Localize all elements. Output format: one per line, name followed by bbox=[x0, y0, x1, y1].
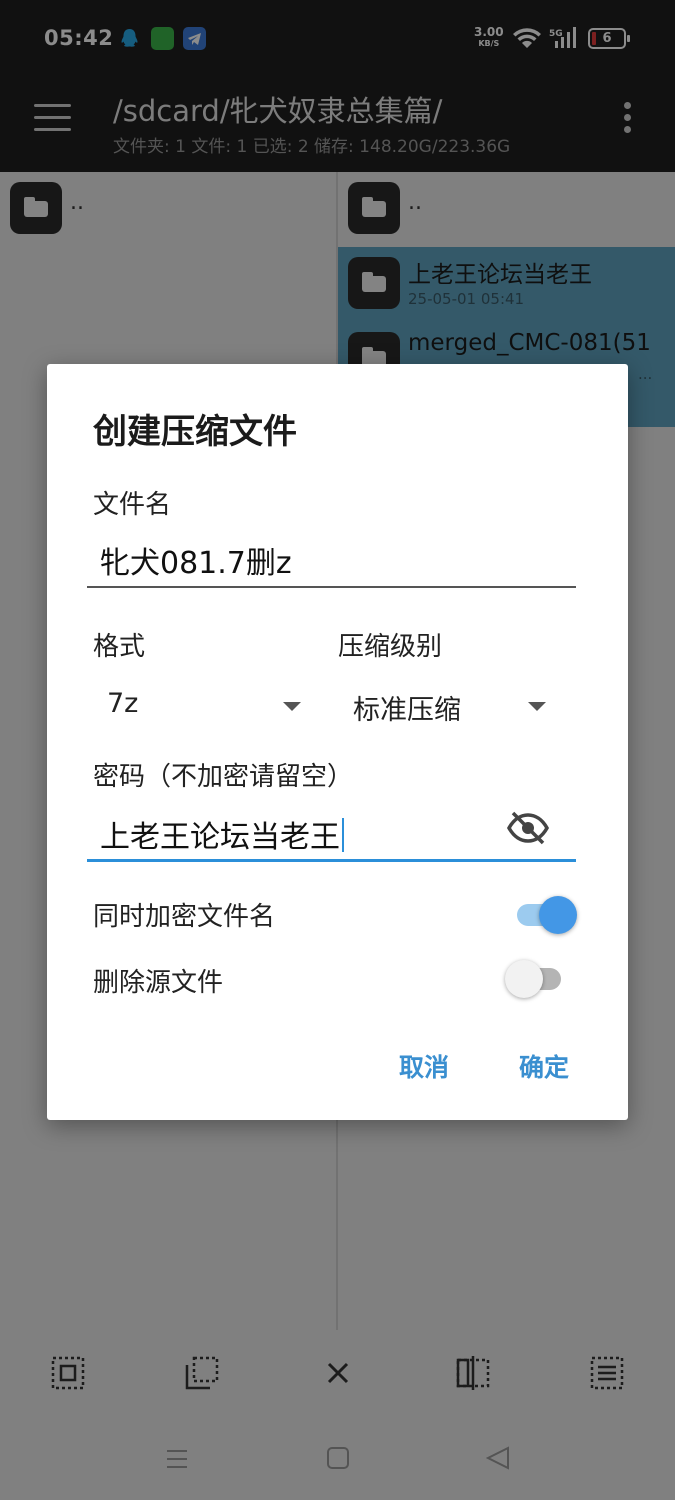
create-archive-dialog: 创建压缩文件 文件名 牝犬081.7删z 格式 压缩级别 7z 标准压缩 密码（… bbox=[47, 364, 628, 1120]
password-label: 密码（不加密请留空） bbox=[93, 762, 354, 792]
password-input[interactable]: 上老王论坛当老王 bbox=[87, 806, 576, 862]
filename-label: 文件名 bbox=[93, 490, 172, 520]
delete-source-toggle[interactable] bbox=[505, 960, 561, 998]
dropdown-arrow-icon bbox=[283, 702, 301, 711]
encrypt-filenames-label: 同时加密文件名 bbox=[93, 902, 276, 932]
filename-input[interactable]: 牝犬081.7删z bbox=[87, 532, 576, 588]
toggle-knob bbox=[505, 960, 543, 998]
filename-value: 牝犬081.7删z bbox=[100, 546, 292, 581]
text-cursor bbox=[342, 818, 344, 852]
compression-level-value: 标准压缩 bbox=[353, 695, 461, 726]
delete-source-label: 删除源文件 bbox=[93, 968, 224, 998]
format-value: 7z bbox=[107, 688, 139, 719]
confirm-button[interactable]: 确定 bbox=[519, 1048, 569, 1084]
toggle-knob bbox=[539, 896, 577, 934]
password-value: 上老王论坛当老王 bbox=[100, 812, 344, 856]
password-text: 上老王论坛当老王 bbox=[100, 820, 340, 855]
format-label: 格式 bbox=[93, 632, 146, 662]
dropdown-arrow-icon bbox=[528, 702, 546, 711]
encrypt-filenames-toggle[interactable] bbox=[517, 896, 577, 934]
compression-level-select[interactable]: 标准压缩 bbox=[333, 674, 563, 734]
hide-password-icon[interactable] bbox=[506, 810, 550, 846]
dialog-title: 创建压缩文件 bbox=[93, 412, 297, 452]
cancel-button[interactable]: 取消 bbox=[399, 1048, 449, 1084]
format-select[interactable]: 7z bbox=[87, 674, 317, 734]
compression-level-label: 压缩级别 bbox=[338, 632, 443, 662]
